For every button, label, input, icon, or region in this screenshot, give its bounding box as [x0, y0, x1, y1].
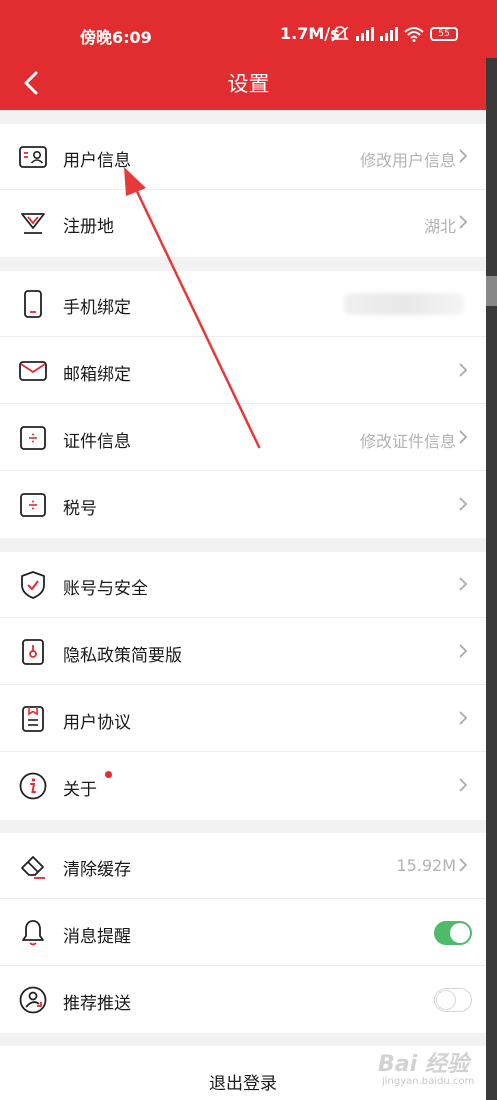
settings-row-clear-cache[interactable]: 清除缓存 15.92M: [0, 833, 486, 899]
toggle-knob: [450, 923, 470, 943]
settings-row-value: 湖北: [423, 217, 456, 236]
eraser-icon: [21, 856, 45, 879]
id-document-icon: [20, 426, 46, 450]
settings-group-binding: 手机绑定 邮箱绑定 证件信息 修改证件信息 税号: [0, 271, 486, 538]
settings-group-account-info: 用户信息 修改用户信息 注册地 湖北: [0, 124, 486, 257]
battery-icon: 55: [430, 27, 458, 41]
settings-row-label: 用户协议: [63, 713, 131, 733]
tax-icon: [20, 493, 46, 517]
chevron-right-icon: [459, 430, 468, 444]
settings-row-account-security[interactable]: 账号与安全: [0, 552, 486, 618]
chevron-right-icon: [459, 644, 468, 658]
settings-row-label: 证件信息: [63, 432, 131, 452]
screen-edge: [486, 58, 497, 1100]
settings-row-value: 修改证件信息: [359, 432, 456, 451]
settings-row-phone-binding[interactable]: 手机绑定: [0, 271, 486, 337]
settings-row-label: 关于: [63, 780, 97, 800]
message-reminder-toggle[interactable]: [434, 921, 472, 945]
settings-row-label: 消息提醒: [63, 927, 131, 947]
settings-group-misc: 清除缓存 15.92M 消息提醒 推荐推送: [0, 833, 486, 1033]
shield-icon: [21, 571, 45, 599]
cache-size: 15.92M: [396, 856, 456, 875]
watermark-site: jingyan.baidu.com: [382, 1076, 475, 1087]
recommend-icon: [19, 986, 47, 1014]
settings-row-message-reminder: 消息提醒: [0, 900, 486, 966]
signal-icon: [380, 27, 398, 41]
settings-row-email-binding[interactable]: 邮箱绑定: [0, 338, 486, 404]
chevron-right-icon: [459, 149, 468, 163]
chevron-right-icon: [459, 215, 468, 229]
settings-row-label: 隐私政策简要版: [63, 646, 182, 666]
nav-bar: 设置: [0, 58, 497, 110]
status-time: 傍晚6:09: [80, 28, 152, 47]
settings-row-label: 手机绑定: [63, 298, 131, 318]
chevron-right-icon: [459, 497, 468, 511]
signal-icon: [356, 27, 374, 41]
redacted-value: [344, 293, 464, 315]
notification-badge: [105, 771, 112, 778]
chevron-right-icon: [459, 363, 468, 377]
settings-row-value: 修改用户信息: [359, 151, 456, 170]
mute-icon: [331, 26, 349, 42]
info-icon: [19, 772, 47, 800]
recommend-push-toggle[interactable]: [434, 988, 472, 1012]
settings-row-label: 推荐推送: [63, 994, 131, 1014]
scroll-handle[interactable]: [486, 276, 497, 306]
privacy-icon: [22, 639, 44, 665]
watermark-brand: Bai 经验: [378, 1052, 469, 1077]
settings-group-security: 账号与安全 隐私政策简要版 用户协议 关于: [0, 552, 486, 820]
agreement-icon: [22, 706, 44, 732]
settings-row-privacy-policy[interactable]: 隐私政策简要版: [0, 619, 486, 685]
phone-icon: [24, 290, 42, 318]
status-icons: 55: [330, 24, 458, 44]
watermark-logo: Bai 经验 jingyan.baidu.com: [378, 1042, 488, 1092]
mail-icon: [19, 361, 47, 381]
settings-row-id-info[interactable]: 证件信息 修改证件信息: [0, 405, 486, 471]
bell-icon: [22, 920, 44, 946]
settings-row-label: 邮箱绑定: [63, 365, 131, 385]
chevron-right-icon: [459, 858, 468, 872]
chevron-right-icon: [459, 711, 468, 725]
settings-row-label: 税号: [63, 499, 97, 519]
settings-row-label: 账号与安全: [63, 579, 148, 599]
settings-row-label: 用户信息: [63, 151, 131, 171]
settings-row-recommend-push: 推荐推送: [0, 967, 486, 1033]
chevron-right-icon: [459, 577, 468, 591]
toggle-knob: [436, 990, 456, 1010]
settings-row-label: 清除缓存: [63, 860, 131, 880]
settings-row-user-info[interactable]: 用户信息 修改用户信息: [0, 124, 486, 190]
status-bar: 傍晚6:09 1.7M/s 55: [0, 0, 497, 58]
wifi-icon: [404, 27, 424, 42]
location-icon: [21, 213, 45, 234]
user-card-icon: [19, 146, 47, 168]
chevron-right-icon: [459, 778, 468, 792]
settings-row-tax-number[interactable]: 税号: [0, 472, 486, 538]
settings-row-label: 注册地: [63, 217, 114, 237]
page-title: 设置: [227, 72, 270, 96]
settings-row-about[interactable]: 关于: [0, 753, 486, 819]
settings-row-user-agreement[interactable]: 用户协议: [0, 686, 486, 752]
settings-row-registration-place[interactable]: 注册地 湖北: [0, 190, 486, 256]
